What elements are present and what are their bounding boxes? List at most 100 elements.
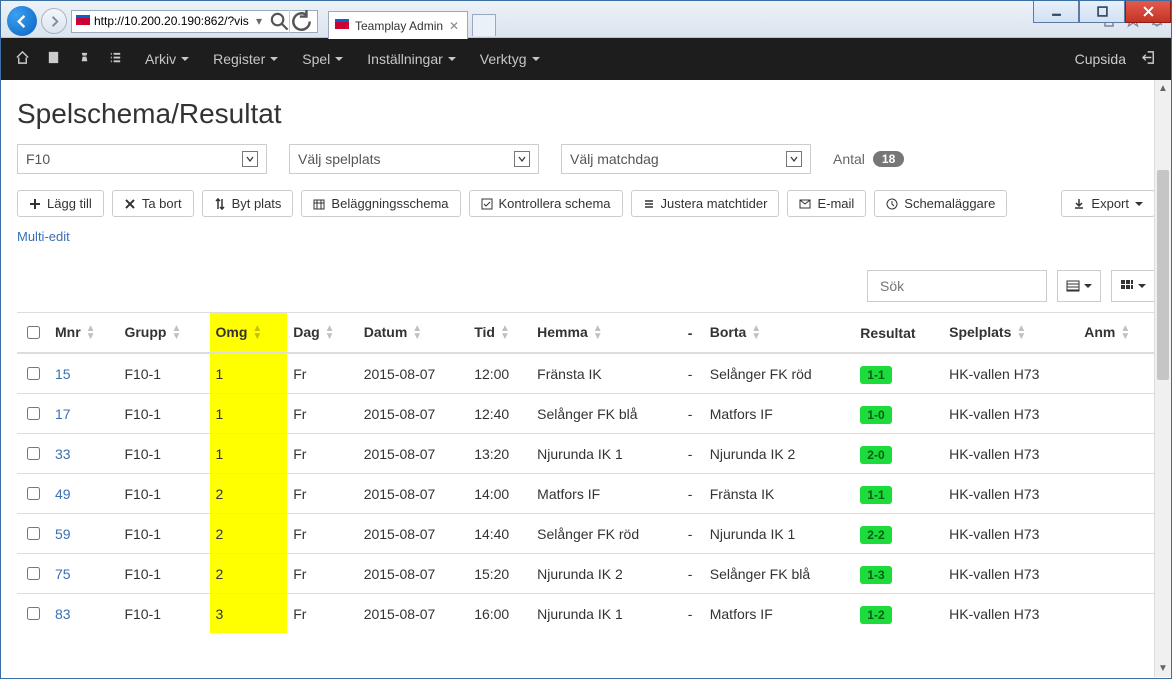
url-input[interactable]: [94, 14, 249, 28]
menu-installningar[interactable]: Inställningar: [367, 51, 456, 67]
row-checkbox[interactable]: [27, 567, 40, 580]
result-badge: 1-1: [860, 486, 891, 504]
mnr-link[interactable]: 33: [55, 446, 71, 462]
email-button[interactable]: E-mail: [787, 190, 866, 217]
swap-button[interactable]: Byt plats: [202, 190, 294, 217]
new-tab-button[interactable]: [472, 14, 496, 36]
menu-register[interactable]: Register: [213, 51, 278, 67]
select-all-checkbox[interactable]: [27, 326, 40, 339]
url-dropdown-icon[interactable]: ▾: [249, 14, 269, 28]
nav-home-icon[interactable]: [15, 50, 30, 68]
col-anm[interactable]: Anm: [1078, 313, 1155, 354]
browser-back-button[interactable]: [7, 6, 37, 36]
col-dag[interactable]: Dag: [287, 313, 358, 354]
col-borta[interactable]: Borta: [704, 313, 855, 354]
row-checkbox[interactable]: [27, 487, 40, 500]
cell-datum: 2015-08-07: [358, 474, 468, 514]
nav-db-icon[interactable]: [46, 50, 61, 68]
mnr-link[interactable]: 15: [55, 366, 71, 382]
browser-forward-button[interactable]: [41, 8, 67, 34]
result-badge: 2-0: [860, 446, 891, 464]
filter-spelplats-dropdown[interactable]: Välj spelplats: [289, 144, 539, 174]
cell-tid: 14:40: [468, 514, 531, 554]
cell-grupp: F10-1: [118, 514, 209, 554]
antal-badge: 18: [873, 151, 904, 167]
cell-datum: 2015-08-07: [358, 554, 468, 594]
cell-borta: Matfors IF: [704, 394, 855, 434]
nav-chess-icon[interactable]: [77, 50, 92, 68]
adjust-times-button[interactable]: Justera matchtider: [631, 190, 780, 217]
cell-grupp: F10-1: [118, 353, 209, 394]
cell-grupp: F10-1: [118, 394, 209, 434]
row-checkbox[interactable]: [27, 367, 40, 380]
cell-spelplats: HK-vallen H73: [943, 554, 1078, 594]
scrollbar-thumb[interactable]: [1157, 170, 1169, 380]
search-icon[interactable]: [269, 11, 289, 31]
col-mnr[interactable]: Mnr: [49, 313, 118, 354]
check-schedule-button[interactable]: Kontrollera schema: [469, 190, 623, 217]
window-close-button[interactable]: [1125, 1, 1171, 23]
tab-close-icon[interactable]: ✕: [449, 19, 459, 33]
refresh-icon[interactable]: [289, 10, 313, 33]
mnr-link[interactable]: 75: [55, 566, 71, 582]
cell-anm: [1078, 394, 1155, 434]
row-checkbox[interactable]: [27, 607, 40, 620]
col-dash: -: [682, 313, 704, 354]
scheduler-button[interactable]: Schemaläggare: [874, 190, 1007, 217]
view-button[interactable]: [1111, 270, 1155, 302]
browser-tab[interactable]: Teamplay Admin ✕: [328, 11, 468, 39]
table-search-input[interactable]: [878, 277, 1036, 295]
nav-list-icon[interactable]: [108, 50, 123, 68]
menu-verktyg[interactable]: Verktyg: [480, 51, 540, 67]
window-minimize-button[interactable]: [1033, 1, 1079, 23]
cell-borta: Njurunda IK 2: [704, 434, 855, 474]
cell-borta: Selånger FK blå: [704, 554, 855, 594]
multi-edit-link[interactable]: Multi-edit: [17, 229, 70, 244]
filter-grupp-dropdown[interactable]: F10: [17, 144, 267, 174]
col-tid[interactable]: Tid: [468, 313, 531, 354]
menu-arkiv[interactable]: Arkiv: [145, 51, 189, 67]
col-datum[interactable]: Datum: [358, 313, 468, 354]
window-maximize-button[interactable]: [1079, 1, 1125, 23]
delete-button[interactable]: Ta bort: [112, 190, 194, 217]
chevron-down-icon: [514, 151, 530, 167]
mnr-link[interactable]: 83: [55, 606, 71, 622]
cell-datum: 2015-08-07: [358, 434, 468, 474]
col-grupp[interactable]: Grupp: [118, 313, 209, 354]
menu-spel[interactable]: Spel: [302, 51, 343, 67]
vertical-scrollbar[interactable]: ▲ ▼: [1154, 80, 1171, 677]
mnr-link[interactable]: 49: [55, 486, 71, 502]
cell-hemma: Njurunda IK 1: [531, 434, 682, 474]
table-search[interactable]: [867, 270, 1047, 302]
result-badge: 1-0: [860, 406, 891, 424]
row-checkbox[interactable]: [27, 447, 40, 460]
col-spelplats[interactable]: Spelplats: [943, 313, 1078, 354]
col-resultat[interactable]: Resultat: [854, 313, 943, 354]
row-checkbox[interactable]: [27, 527, 40, 540]
cell-spelplats: HK-vallen H73: [943, 474, 1078, 514]
cupsida-link[interactable]: Cupsida: [1075, 51, 1126, 67]
cell-borta: Selånger FK röd: [704, 353, 855, 394]
logout-icon[interactable]: [1142, 50, 1157, 68]
col-hemma[interactable]: Hemma: [531, 313, 682, 354]
cell-hemma: Selånger FK blå: [531, 394, 682, 434]
cell-spelplats: HK-vallen H73: [943, 353, 1078, 394]
export-button[interactable]: Export: [1061, 190, 1155, 217]
app-navbar: Arkiv Register Spel Inställningar Verkty…: [1, 38, 1171, 80]
row-checkbox[interactable]: [27, 407, 40, 420]
cell-anm: [1078, 474, 1155, 514]
columns-button[interactable]: [1057, 270, 1101, 302]
cell-tid: 15:20: [468, 554, 531, 594]
col-omg[interactable]: Omg: [210, 313, 288, 354]
occupancy-schedule-button[interactable]: Beläggningsschema: [301, 190, 460, 217]
address-bar[interactable]: ▾: [71, 10, 318, 33]
cell-grupp: F10-1: [118, 474, 209, 514]
mnr-link[interactable]: 59: [55, 526, 71, 542]
filter-matchdag-dropdown[interactable]: Välj matchdag: [561, 144, 811, 174]
cell-borta: Matfors IF: [704, 594, 855, 634]
add-button[interactable]: Lägg till: [17, 190, 104, 217]
cell-omg: 1: [210, 353, 288, 394]
cell-omg: 2: [210, 474, 288, 514]
cell-dash: -: [682, 353, 704, 394]
mnr-link[interactable]: 17: [55, 406, 71, 422]
